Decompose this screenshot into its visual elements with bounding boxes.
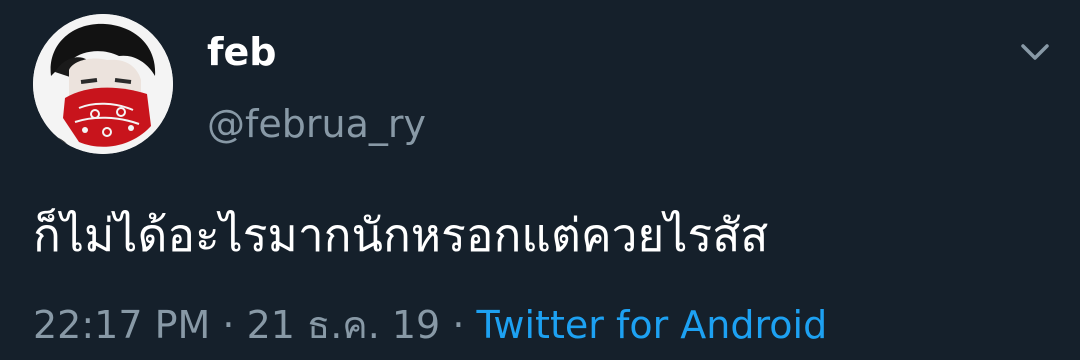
tweet-time: 22:17 PM (33, 303, 211, 347)
avatar[interactable] (33, 14, 173, 154)
meta-separator: · (222, 303, 235, 347)
user-handle[interactable]: @februa_ry (207, 100, 426, 148)
tweet-text: ก็ไม่ได้อะไรมากนักหรอกแต่ควยไรสัส (33, 208, 769, 262)
display-name[interactable]: feb (207, 28, 277, 76)
meta-separator: · (452, 303, 465, 347)
tweet-date: 21 ธ.ค. 19 (246, 303, 441, 347)
tweet-meta: 22:17 PM · 21 ธ.ค. 19 · Twitter for Andr… (33, 298, 827, 352)
tweet-source-link[interactable]: Twitter for Android (477, 303, 828, 347)
chevron-down-icon[interactable] (1015, 36, 1055, 68)
tweet-card: feb @februa_ry ก็ไม่ได้อะไรมากนักหรอกแต่… (0, 0, 1080, 360)
avatar-photo (33, 14, 173, 154)
